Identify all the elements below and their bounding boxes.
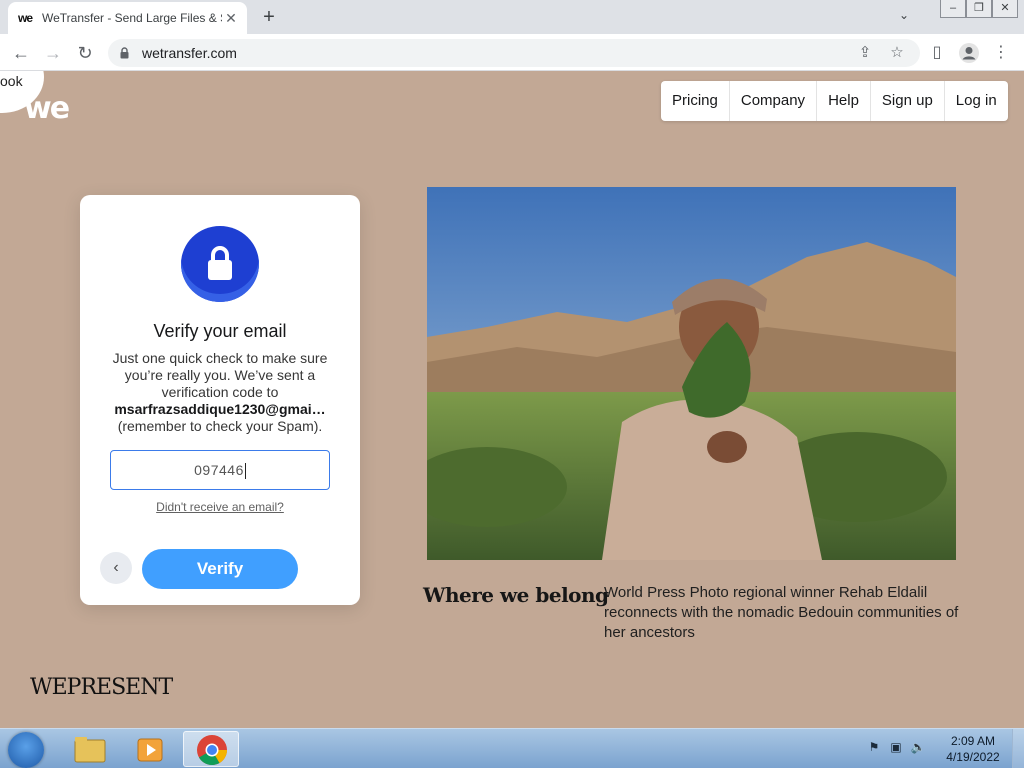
clock-time: 2:09 AM: [950, 734, 996, 748]
volume-icon[interactable]: 🔈: [910, 739, 926, 755]
chevron-left-icon: ‹: [113, 559, 119, 576]
tab-search-chevron-icon[interactable]: ⌄: [896, 8, 912, 24]
top-navigation: Pricing Company Help Sign up Log in: [661, 81, 1008, 121]
browser-toolbar: ← → ↻ wetransfer.com ⇪ ☆ ▯ ⋮: [0, 34, 1024, 71]
browser-menu-icon[interactable]: ⋮: [990, 42, 1012, 64]
show-desktop-button[interactable]: [1012, 729, 1024, 768]
browser-tab-strip: we WeTransfer - Send Large Files & Share…: [0, 0, 1024, 34]
verification-code-input[interactable]: 097446: [110, 450, 330, 490]
feature-photo[interactable]: [427, 187, 956, 560]
restore-button[interactable]: ❐: [966, 0, 992, 18]
profile-avatar-icon[interactable]: [958, 42, 980, 64]
feature-description: World Press Photo regional winner Rehab …: [604, 584, 959, 641]
system-tray: ⚑ ▣ 🔈: [866, 739, 926, 755]
instructions-text: Just one quick check to make sure you’re…: [112, 350, 328, 400]
verify-instructions: Just one quick check to make sure you’re…: [108, 350, 332, 435]
padlock-icon: [208, 246, 232, 280]
wetransfer-favicon-icon: we: [18, 11, 33, 25]
feature-title[interactable]: Where we belong: [423, 583, 609, 607]
lock-badge: [181, 226, 259, 302]
forward-arrow-icon[interactable]: →: [42, 42, 64, 64]
secure-lock-icon: [120, 47, 129, 59]
nav-sign-up[interactable]: Sign up: [871, 81, 945, 121]
text-cursor-icon: [244, 463, 246, 480]
share-icon[interactable]: ⇪: [856, 44, 874, 62]
clock-date: 4/19/2022: [946, 750, 1000, 764]
minimize-button[interactable]: –: [940, 0, 966, 18]
windows-taskbar: ⚑ ▣ 🔈 2:09 AM 4/19/2022: [0, 728, 1024, 768]
chrome-taskbar-icon[interactable]: [183, 731, 239, 767]
new-tab-button[interactable]: +: [258, 6, 280, 28]
address-bar[interactable]: wetransfer.com ⇪ ☆: [108, 39, 920, 67]
system-clock[interactable]: 2:09 AM 4/19/2022: [940, 733, 1006, 765]
verify-button[interactable]: Verify: [142, 549, 298, 589]
browser-tab[interactable]: we WeTransfer - Send Large Files & Share…: [8, 2, 247, 34]
reload-icon[interactable]: ↻: [74, 42, 96, 64]
back-button[interactable]: ‹: [100, 552, 132, 584]
nav-log-in[interactable]: Log in: [945, 81, 1008, 121]
verify-title: Verify your email: [153, 321, 287, 341]
nav-company[interactable]: Company: [730, 81, 818, 121]
feature-photo-image: [427, 187, 956, 560]
wepresent-logo[interactable]: WEPRESENT: [30, 675, 173, 700]
action-center-flag-icon[interactable]: ⚑: [866, 739, 882, 755]
tab-title: WeTransfer - Send Large Files & Share Ph…: [42, 11, 222, 25]
network-icon[interactable]: ▣: [888, 739, 904, 755]
bookmark-star-icon[interactable]: ☆: [888, 44, 906, 62]
file-explorer-icon[interactable]: [62, 731, 118, 767]
back-arrow-icon[interactable]: ←: [10, 42, 32, 64]
close-window-button[interactable]: ✕: [992, 0, 1018, 18]
media-player-icon[interactable]: [122, 731, 178, 767]
nav-help[interactable]: Help: [817, 81, 871, 121]
close-tab-icon[interactable]: ✕: [223, 10, 239, 26]
code-value: 097446: [194, 462, 244, 478]
wetransfer-logo[interactable]: we: [24, 91, 70, 126]
resend-email-link[interactable]: Didn't receive an email?: [80, 500, 360, 514]
corner-text: ook: [0, 73, 23, 89]
windows-start-icon[interactable]: [8, 732, 44, 768]
spam-reminder: (remember to check your Spam).: [117, 418, 323, 434]
verify-email-card: Verify your email Just one quick check t…: [80, 195, 360, 605]
recipient-email: msarfrazsaddique1230@gmai…: [114, 401, 326, 417]
nav-pricing[interactable]: Pricing: [661, 81, 730, 121]
side-panel-icon[interactable]: ▯: [926, 42, 948, 64]
page-viewport: ook we Pricing Company Help Sign up Log …: [0, 71, 1024, 728]
url-text: wetransfer.com: [142, 45, 237, 61]
window-controls: – ❐ ✕: [940, 0, 1018, 18]
